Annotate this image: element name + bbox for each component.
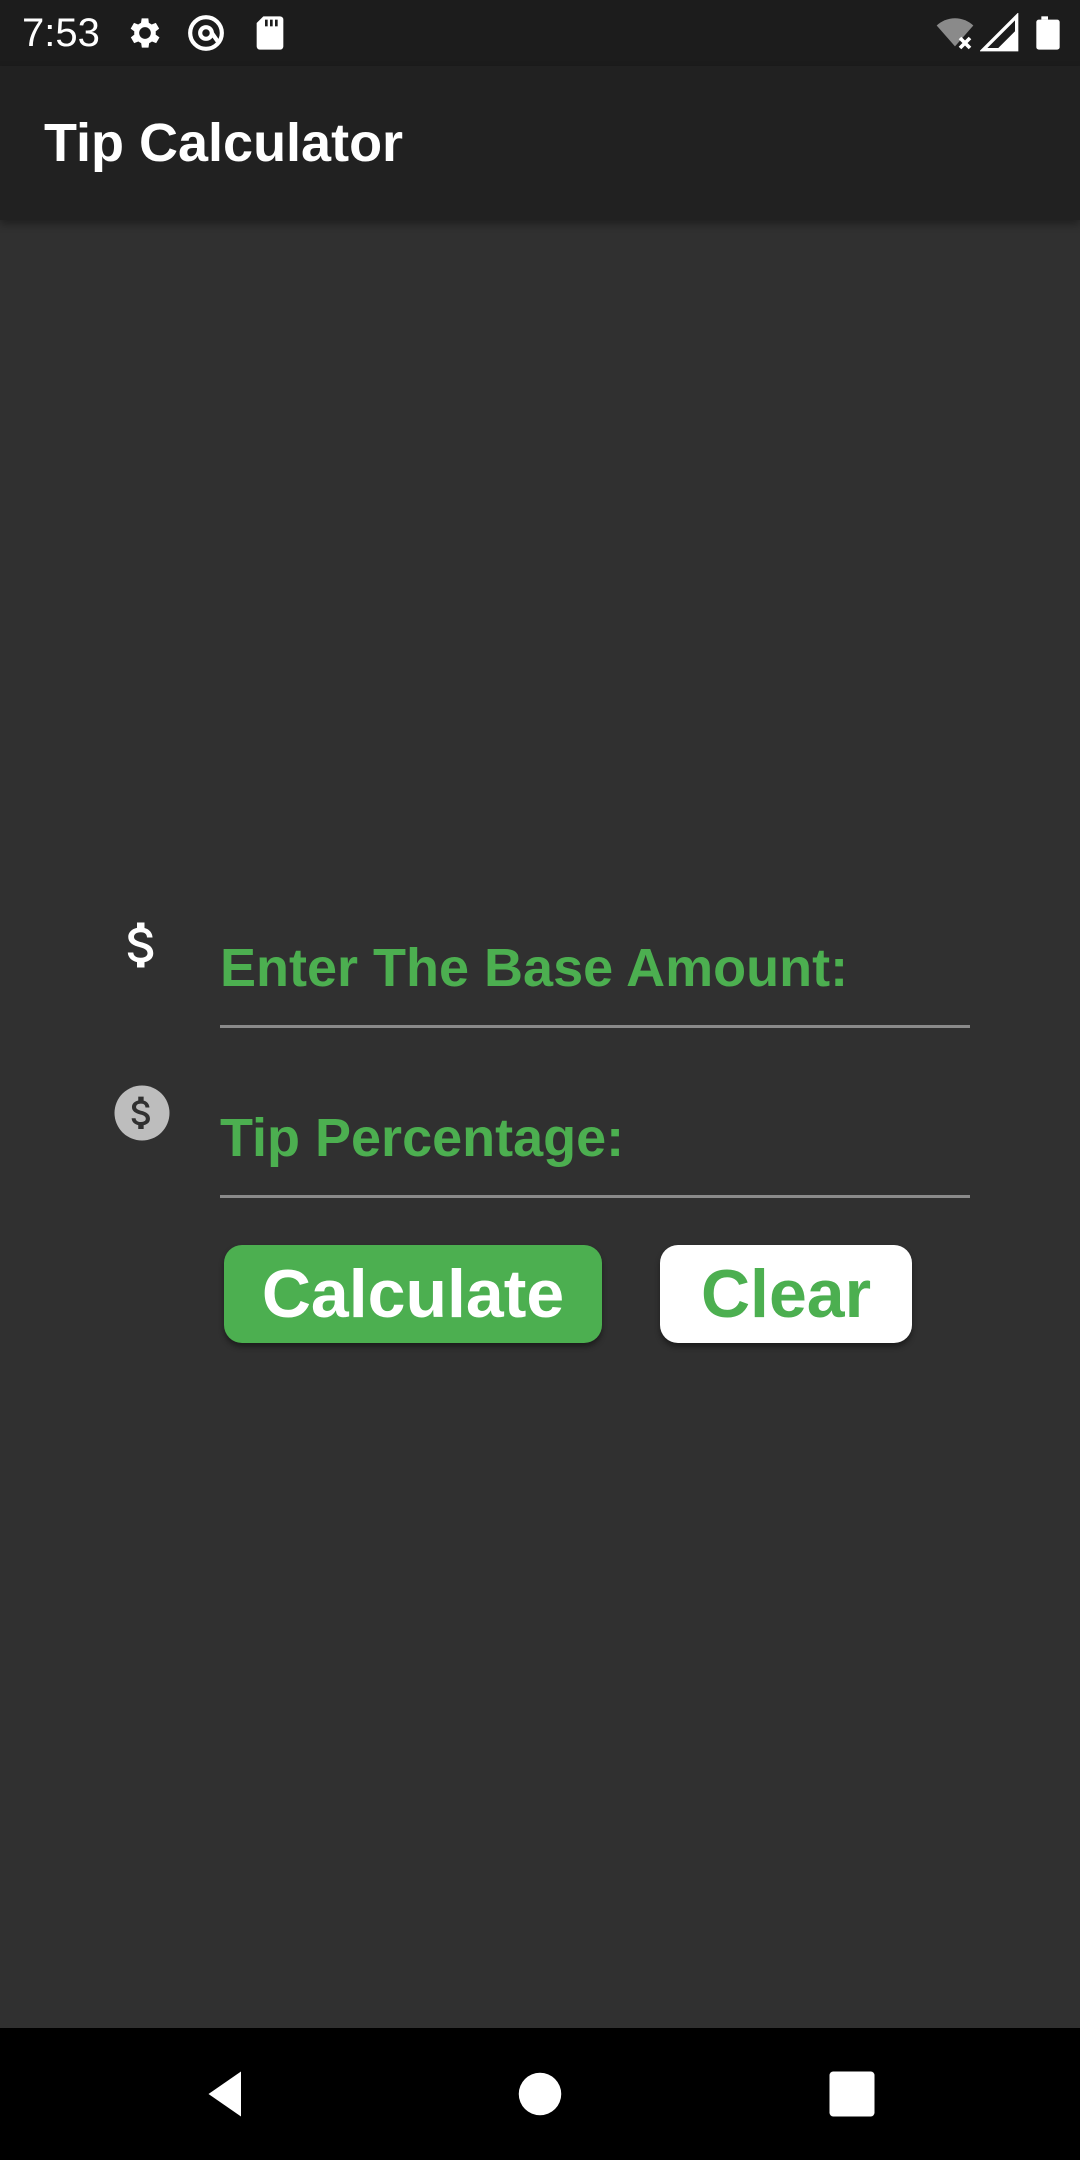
status-bar: 7:53 [0, 0, 1080, 66]
clear-button[interactable]: Clear [660, 1245, 912, 1343]
battery-icon [1028, 13, 1068, 53]
wifi-off-icon [935, 13, 975, 53]
screen: 7:53 Tip Calculator Enter The Base Amoun… [0, 0, 1080, 2160]
at-sign-icon [186, 13, 226, 53]
base-amount-input[interactable] [220, 918, 970, 1028]
home-icon[interactable] [510, 2064, 570, 2124]
dollar-icon [112, 915, 172, 975]
recents-icon[interactable] [822, 2064, 882, 2124]
back-icon[interactable] [196, 2064, 256, 2124]
sd-card-icon [250, 13, 290, 53]
calculate-button[interactable]: Calculate [224, 1245, 602, 1343]
app-bar: Tip Calculator [0, 66, 1080, 220]
nav-bar [0, 2028, 1080, 2160]
dollar-circle-icon [112, 1083, 172, 1143]
status-time: 7:53 [22, 11, 100, 55]
cell-signal-icon [979, 12, 1020, 53]
tip-percentage-input[interactable] [220, 1088, 970, 1198]
gear-icon [125, 13, 165, 53]
app-title: Tip Calculator [44, 113, 404, 173]
